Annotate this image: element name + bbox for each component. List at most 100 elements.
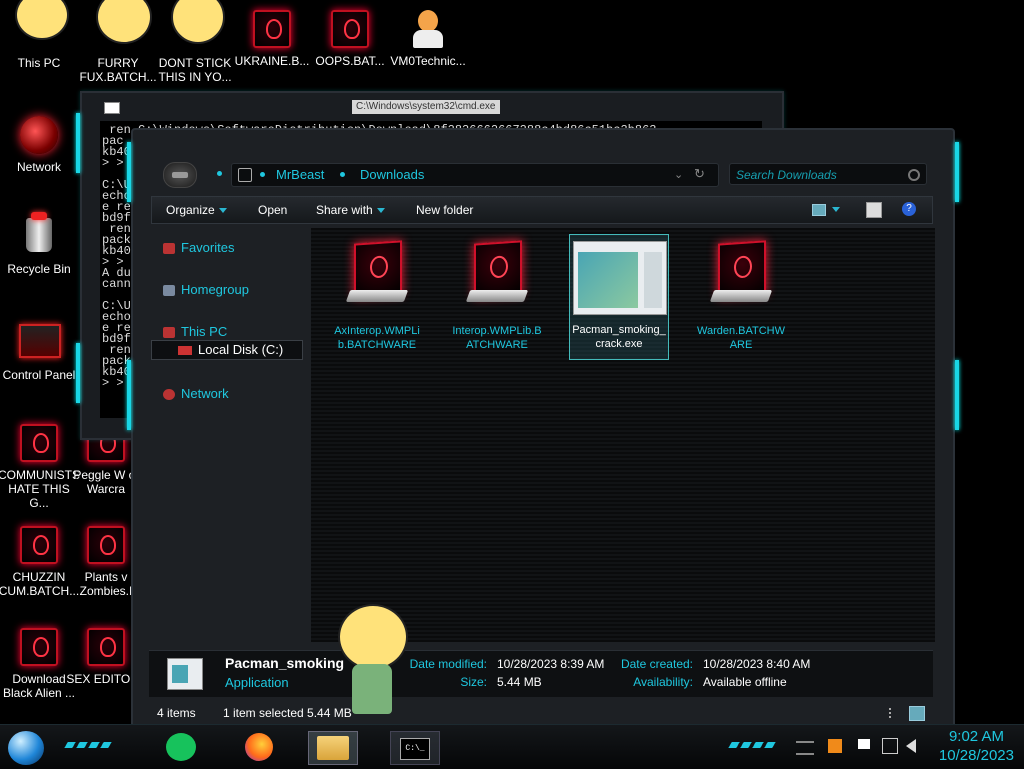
- chevron-down-icon[interactable]: ⌄: [674, 168, 683, 181]
- file-label: Interop.WMPLib.B: [452, 325, 542, 337]
- desktop-icon-label: Network: [16, 160, 61, 174]
- volume-icon[interactable]: [906, 739, 916, 753]
- preview-pane-icon[interactable]: [866, 202, 882, 218]
- organize-button[interactable]: Organize: [166, 197, 227, 223]
- details-date-modified: 10/28/2023 8:39 AM: [497, 657, 605, 671]
- breadcrumb-separator-icon: [340, 172, 345, 177]
- taskbar-app-firefox[interactable]: [240, 731, 278, 763]
- desktop-icon-recycle-bin[interactable]: Recycle Bin: [0, 212, 81, 276]
- show-hidden-icons-icon[interactable]: [796, 741, 814, 755]
- file-label: AxInterop.WMPLi: [334, 325, 420, 337]
- cartoon-pc-icon: [15, 0, 69, 40]
- network-tray-icon[interactable]: [882, 738, 898, 754]
- taskbar-decoration: [728, 742, 776, 748]
- details-view-icon[interactable]: [889, 708, 901, 718]
- refresh-icon[interactable]: ↻: [694, 166, 705, 182]
- details-file-type: Application: [225, 675, 289, 690]
- desktop-icon-control-panel[interactable]: Control Panel: [0, 320, 81, 382]
- new-folder-button[interactable]: New folder: [416, 197, 473, 223]
- address-bar[interactable]: MrBeast Downloads ⌄ ↻: [231, 163, 719, 187]
- window-rail: [127, 360, 131, 430]
- clock-date: 10/28/2023: [938, 747, 1014, 764]
- desktop-icon-dont-stick[interactable]: DONT STICK THIS IN YO...: [153, 0, 237, 84]
- nav-item-network[interactable]: Network: [149, 386, 229, 401]
- file-item-interop[interactable]: Interop.WMPLib.B ATCHWARE: [447, 238, 547, 352]
- notes-app-icon: [166, 733, 196, 761]
- nav-label: Network: [181, 386, 229, 401]
- breadcrumb-downloads[interactable]: Downloads: [360, 167, 424, 182]
- desktop-icon-label: Control Panel: [2, 368, 76, 382]
- desktop-icon-label: FURRY FUX.BATCH...: [79, 56, 157, 84]
- taskbar-app-cmd[interactable]: C:\_: [390, 731, 440, 765]
- alien-file-icon: [331, 10, 369, 48]
- nav-item-favorites[interactable]: Favorites: [149, 240, 234, 255]
- taskbar-decoration: [64, 742, 112, 748]
- recent-dot-icon: [217, 171, 222, 176]
- desktop-icon-label: This PC: [17, 56, 61, 70]
- file-label: ATCHWARE: [466, 339, 528, 351]
- back-arrow-icon: [172, 172, 188, 178]
- file-list[interactable]: AxInterop.WMPLi b.BATCHWARE Interop.WMPL…: [311, 228, 935, 642]
- details-pane: Pacman_smoking Application Date modified…: [149, 650, 933, 697]
- start-button[interactable]: [8, 731, 44, 765]
- alien-file-icon: [87, 526, 125, 564]
- taskbar: C:\_ 9:02 AM 10/28/2023: [0, 724, 1024, 769]
- nav-item-local-disk[interactable]: Local Disk (C:): [151, 340, 303, 360]
- status-bar: 4 items 1 item selected 5.44 MB: [149, 702, 933, 724]
- homegroup-icon: [163, 285, 175, 297]
- desktop-icon-label: VM0Technic...: [390, 54, 466, 68]
- share-with-label: Share with: [316, 203, 373, 217]
- alien-file-icon: [87, 628, 125, 666]
- file-item-pacman[interactable]: Pacman_smoking_ crack.exe: [569, 234, 669, 360]
- breadcrumb-mrbeast[interactable]: MrBeast: [276, 167, 324, 182]
- search-placeholder: Search Downloads: [736, 168, 837, 182]
- window-rail: [76, 113, 80, 173]
- desktop-icon-ukraine[interactable]: UKRAINE.B...: [230, 10, 314, 68]
- chevron-down-icon: [376, 208, 385, 214]
- alien-file-icon: [20, 628, 58, 666]
- view-options-icon[interactable]: [812, 204, 826, 216]
- alien-file-icon: [20, 526, 58, 564]
- desktop-icon-furry-fux[interactable]: FURRY FUX.BATCH...: [76, 0, 160, 84]
- folder-path-icon: [238, 168, 252, 182]
- chevron-down-icon[interactable]: [832, 207, 840, 212]
- file-label: b.BATCHWARE: [337, 339, 417, 351]
- chevron-down-icon: [218, 208, 227, 214]
- nav-label: Homegroup: [181, 282, 249, 297]
- recycle-bin-icon: [26, 212, 52, 252]
- action-center-flag-icon[interactable]: [858, 739, 870, 749]
- tray-app-icon[interactable]: [828, 739, 842, 753]
- taskbar-app-green-notes[interactable]: [162, 731, 200, 763]
- organize-label: Organize: [166, 203, 215, 217]
- nav-label: Favorites: [181, 240, 235, 255]
- share-with-button[interactable]: Share with: [316, 197, 385, 223]
- alien-batchware-icon: [706, 238, 776, 318]
- cartoon-mascot-icon: [330, 604, 420, 722]
- cartoon-character-icon: [96, 0, 152, 44]
- file-item-warden[interactable]: Warden.BATCHW ARE: [691, 238, 791, 352]
- search-input[interactable]: Search Downloads: [729, 163, 927, 185]
- file-item-axinterop[interactable]: AxInterop.WMPLi b.BATCHWARE: [327, 238, 427, 352]
- large-icons-view-icon[interactable]: [909, 706, 925, 721]
- desktop-icon-this-pc[interactable]: This PC: [0, 0, 81, 70]
- network-globe-icon: [20, 116, 58, 154]
- alien-batchware-icon: [462, 238, 532, 318]
- desktop-icon-vm0technic[interactable]: VM0Technic...: [386, 10, 470, 68]
- explorer-window[interactable]: MrBeast Downloads ⌄ ↻ Search Downloads O…: [127, 128, 959, 730]
- taskbar-app-explorer[interactable]: [308, 731, 358, 765]
- help-icon[interactable]: ?: [902, 202, 916, 216]
- cmd-icon: C:\_: [400, 738, 430, 760]
- desktop-icon-oops[interactable]: OOPS.BAT...: [308, 10, 392, 68]
- nav-item-this-pc[interactable]: This PC: [149, 324, 227, 339]
- open-button[interactable]: Open: [258, 197, 287, 223]
- desktop-icon-network[interactable]: Network: [0, 116, 81, 174]
- desktop-icon-label: UKRAINE.B...: [234, 54, 310, 68]
- breadcrumb-separator-icon: [260, 172, 265, 177]
- details-date-created-label: Date created:: [620, 657, 693, 671]
- details-file-name: Pacman_smoking: [225, 655, 345, 671]
- desktop-icon-label: OOPS.BAT...: [315, 54, 385, 68]
- nav-label: This PC: [181, 324, 228, 339]
- back-forward-button[interactable]: [163, 162, 197, 188]
- system-clock[interactable]: 9:02 AM 10/28/2023: [939, 727, 1014, 765]
- nav-item-homegroup[interactable]: Homegroup: [149, 282, 249, 297]
